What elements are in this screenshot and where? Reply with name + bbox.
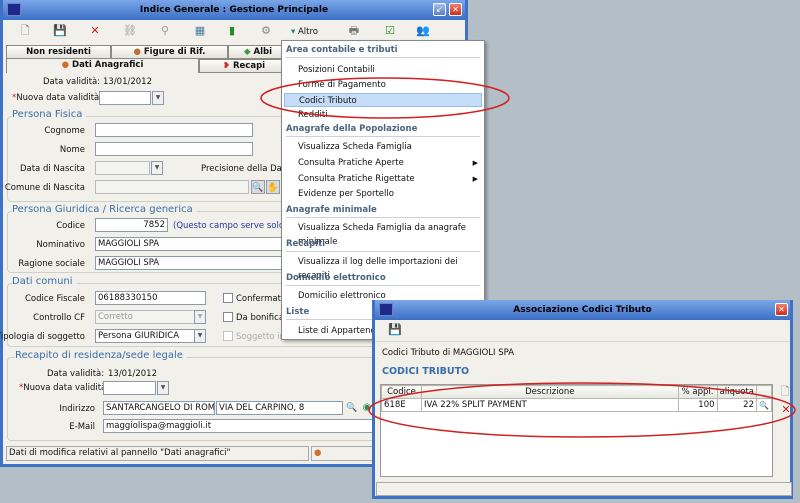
annotation-ellipse-table — [368, 382, 796, 438]
annotation-ellipse-menu — [260, 77, 510, 119]
annotation-overlay — [260, 77, 796, 438]
